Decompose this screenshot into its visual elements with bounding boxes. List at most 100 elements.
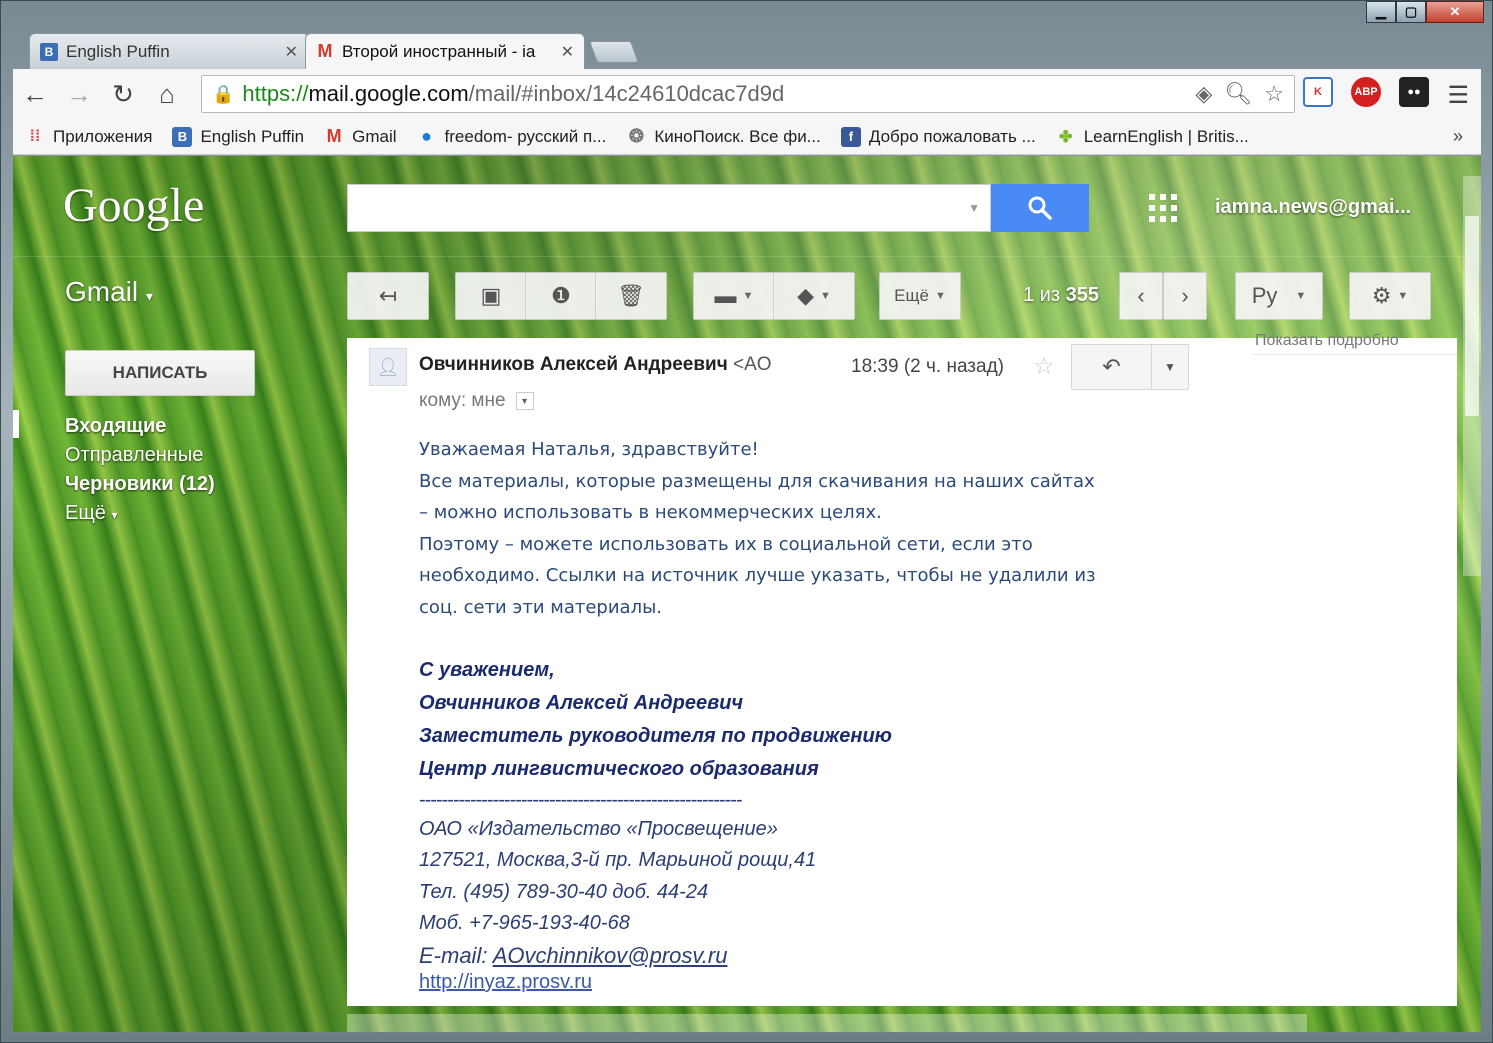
translate-diamond-icon[interactable]: ◈ [1195, 81, 1212, 107]
back-to-inbox-button[interactable]: ↤ [347, 272, 429, 320]
extension-glasses-icon[interactable]: ●● [1399, 77, 1429, 107]
show-details-dropdown-icon[interactable]: ▼ [515, 392, 534, 410]
newer-button[interactable]: ‹ [1119, 272, 1163, 320]
bookmark-learnenglish[interactable]: ✤ LearnEnglish | Britis... [1056, 127, 1249, 147]
signature-separator: ----------------------------------------… [419, 788, 743, 811]
close-window-button[interactable]: ✕ [1426, 1, 1484, 23]
folder-sent[interactable]: Отправленные [65, 441, 215, 470]
search-button[interactable] [991, 184, 1089, 232]
report-spam-button[interactable]: ❶ [525, 272, 597, 320]
bookmarks-bar: ⁞⁞ Приложения B English Puffin M Gmail ●… [13, 119, 1481, 155]
address-bar[interactable]: 🔒 https://mail.google.com/mail/#inbox/14… [201, 75, 1295, 113]
input-language-button[interactable]: Ру ▼ [1235, 272, 1323, 320]
tab-title: English Puffin [66, 41, 170, 61]
bookmark-apps[interactable]: ⁞⁞ Приложения [25, 126, 153, 147]
learnenglish-icon: ✤ [1059, 128, 1073, 146]
bookmark-facebook[interactable]: f Добро пожаловать ... [840, 126, 1036, 147]
labels-button[interactable]: ◆ ▼ [773, 272, 855, 320]
apps-icon: ⁞⁞ [29, 127, 41, 145]
bookmark-english-puffin[interactable]: B English Puffin [172, 126, 304, 147]
folder-more[interactable]: Ещё ▾ [65, 499, 215, 528]
forward-arrow-icon[interactable]: → [57, 79, 101, 110]
home-icon[interactable]: ⌂ [145, 79, 189, 110]
site-link[interactable]: http://inyaz.prosv.ru [419, 971, 592, 993]
folder-inbox[interactable]: Входящие [65, 412, 215, 441]
star-icon[interactable]: ☆ [1033, 352, 1055, 381]
language-label: Ру [1251, 283, 1278, 308]
chevron-down-icon: ▼ [934, 290, 946, 302]
chevron-down-icon: ▾ [145, 288, 153, 304]
reload-icon[interactable]: ↻ [101, 79, 145, 110]
settings-button[interactable]: ⚙ ▼ [1349, 272, 1431, 320]
contact-line: Тел. (495) 789-30-40 доб. 44-24 [419, 880, 709, 903]
facebook-icon: f [840, 126, 861, 147]
bookmark-gmail[interactable]: M Gmail [324, 126, 397, 147]
more-reply-options-button[interactable]: ▼ [1152, 345, 1188, 389]
close-tab-icon[interactable]: ✕ [285, 42, 298, 62]
close-tab-icon[interactable]: ✕ [561, 42, 574, 62]
bookmarks-overflow-icon[interactable]: » [1453, 126, 1463, 147]
trash-icon: 🗑︎ [617, 283, 645, 308]
account-name[interactable]: iamna.news@gmai... [1215, 196, 1411, 219]
sender-avatar-icon: 👤︎ [369, 348, 407, 386]
more-actions-button[interactable]: Ещё ▼ [879, 272, 961, 320]
body-line: Поэтому – можете использовать их в социа… [419, 533, 1033, 555]
tab-strip: B English Puffin ✕ M Второй иностранный … [29, 31, 640, 69]
browser-window: ▁ ▢ ✕ B English Puffin ✕ M Второй иностр… [0, 0, 1493, 1043]
maximize-button[interactable]: ▢ [1396, 1, 1426, 23]
url-host: mail.google.com [308, 81, 469, 106]
bookmark-label: КиноПоиск. Все фи... [654, 126, 821, 146]
move-to-button[interactable]: ▬ ▼ [693, 272, 775, 320]
contact-line: ОАО «Издательство «Просвещение» [419, 817, 778, 840]
minimize-button[interactable]: ▁ [1366, 1, 1396, 23]
google-apps-grid-icon[interactable] [1149, 194, 1177, 222]
bookmark-label: LearnEnglish | Britis... [1083, 126, 1249, 146]
tab-gmail[interactable]: M Второй иностранный - ia ✕ [305, 33, 585, 69]
email-label: E-mail: [419, 942, 493, 968]
spam-icon: ❶ [551, 283, 571, 308]
search-input[interactable]: ▼ [347, 184, 991, 232]
older-button[interactable]: › [1163, 272, 1207, 320]
folder-icon: ▬ [714, 283, 737, 308]
body-line: необходимо. Ссылки на источник лучше ука… [419, 565, 1096, 587]
extension-shield-icon[interactable]: K [1303, 77, 1333, 107]
reply-arrow-icon: ↶ [1102, 354, 1121, 379]
chrome-menu-icon[interactable]: ☰ [1447, 81, 1469, 110]
new-tab-button[interactable] [588, 41, 640, 63]
adblock-plus-icon[interactable]: ABP [1351, 77, 1381, 107]
reply-button[interactable]: ↶ [1072, 345, 1152, 389]
window-controls: ▁ ▢ ✕ [1366, 1, 1484, 23]
archive-button[interactable]: ▣ [455, 272, 527, 320]
gmail-menu[interactable]: Gmail ▾ [65, 276, 153, 308]
scrollbar-thumb[interactable] [1465, 216, 1479, 416]
sender[interactable]: Овчинников Алексей Андреевич <AO [419, 354, 809, 376]
reply-button-group: ↶ ▼ [1071, 344, 1189, 390]
message-pane: 👤︎ Овчинников Алексей Андреевич <AO 18:3… [347, 332, 1457, 1006]
back-arrow-icon: ↤ [378, 283, 398, 308]
selected-folder-indicator [13, 410, 19, 438]
google-logo[interactable]: Google [63, 178, 204, 233]
email-link[interactable]: AOvchinnikov@prosv.ru [493, 943, 728, 968]
back-arrow-icon[interactable]: ← [13, 79, 57, 110]
bookmark-kinopoisk[interactable]: ❂ КиноПоиск. Все фи... [626, 126, 821, 147]
body-line: – можно использовать в некоммерческих це… [419, 502, 882, 524]
bookmark-freedom[interactable]: ● freedom- русский п... [417, 126, 607, 147]
folder-drafts[interactable]: Черновики (12) [65, 470, 215, 499]
chat-bubble-icon: ● [421, 126, 432, 146]
tab-english-puffin[interactable]: B English Puffin ✕ [29, 33, 309, 69]
delete-button[interactable]: 🗑︎ [595, 272, 667, 320]
gmail-label: Gmail [65, 276, 139, 307]
message-body: Уважаемая Наталья, здравствуйте! Все мат… [419, 434, 1179, 994]
chevron-down-icon: ▼ [820, 290, 831, 302]
show-details-link[interactable]: Показать подробно [1255, 332, 1399, 350]
chevron-down-icon: ▾ [111, 508, 118, 522]
signature-line: Центр лингвистического образования [419, 757, 819, 780]
bookmark-label: freedom- русский п... [444, 126, 607, 146]
search-options-caret-icon[interactable]: ▼ [968, 201, 980, 215]
zoom-icon[interactable]: 🔍︎ [1224, 81, 1252, 107]
compose-button[interactable]: НАПИСАТЬ [65, 350, 255, 396]
signature-line: С уважением, [419, 658, 555, 681]
bookmark-label: Приложения [53, 126, 153, 146]
bottom-strip [347, 1014, 1307, 1032]
bookmark-star-icon[interactable]: ☆ [1264, 81, 1284, 107]
